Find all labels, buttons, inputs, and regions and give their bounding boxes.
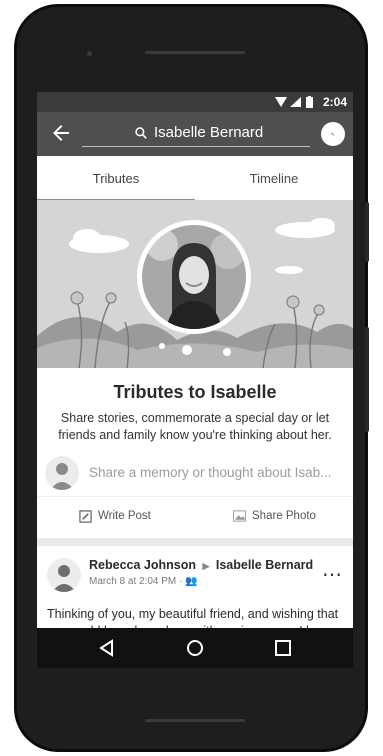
cover-illustration — [37, 200, 353, 368]
tab-timeline[interactable]: Timeline — [195, 156, 353, 200]
post-actions: Write Post Share Photo — [37, 496, 353, 535]
share-photo-label: Share Photo — [252, 510, 316, 522]
battery-icon — [306, 96, 313, 108]
post-header: Rebecca Johnson ▶ Isabelle Bernard — [89, 558, 313, 572]
messenger-icon[interactable] — [321, 122, 345, 146]
volume-button — [365, 202, 369, 262]
share-photo-button[interactable]: Share Photo — [233, 497, 316, 535]
wifi-icon — [275, 97, 287, 107]
share-memory-input[interactable]: Share a memory or thought about Isab... — [89, 465, 345, 480]
pencil-icon — [79, 509, 92, 523]
power-button — [365, 327, 369, 432]
bottom-speaker — [145, 719, 245, 722]
write-post-label: Write Post — [98, 510, 151, 522]
tab-bar: Tributes Timeline — [37, 156, 353, 201]
app-bar: Isabelle Bernard — [37, 112, 353, 156]
write-post-button[interactable]: Write Post — [79, 497, 151, 535]
tribute-description: Share stories, commemorate a special day… — [58, 411, 332, 442]
tribute-section: Tributes to Isabelle Share stories, comm… — [37, 368, 353, 538]
share-composer[interactable]: Share a memory or thought about Isab... — [45, 456, 345, 490]
photo-icon — [233, 510, 246, 522]
author-avatar[interactable] — [47, 558, 81, 592]
section-divider — [37, 538, 353, 546]
back-arrow-icon[interactable] — [49, 121, 73, 145]
nav-back-icon[interactable] — [97, 638, 117, 658]
front-camera — [87, 51, 92, 56]
search-text: Isabelle Bernard — [154, 124, 264, 141]
nav-home-icon[interactable] — [185, 638, 205, 658]
phone-screen: 2:04 Isabelle Bernard Tributes Timeline — [37, 92, 353, 668]
search-bar[interactable]: Isabelle Bernard — [82, 122, 310, 147]
more-options-icon[interactable]: ⋯ — [322, 562, 343, 587]
status-time: 2:04 — [322, 95, 347, 109]
tab-tributes[interactable]: Tributes — [37, 156, 195, 201]
top-speaker — [145, 51, 245, 54]
post-meta: March 8 at 2:04 PM · 👥 — [89, 576, 198, 587]
friends-icon: 👥 — [185, 576, 198, 587]
tribute-title: Tributes to Isabelle — [113, 382, 277, 402]
post-timestamp: March 8 at 2:04 PM · — [89, 576, 183, 587]
search-icon — [135, 126, 147, 139]
nav-recents-icon[interactable] — [273, 638, 293, 658]
triangle-right-icon: ▶ — [202, 561, 210, 571]
target-name[interactable]: Isabelle Bernard — [216, 558, 313, 572]
android-nav-bar — [37, 628, 353, 668]
signal-icon — [290, 97, 301, 107]
status-bar: 2:04 — [37, 92, 353, 112]
user-avatar — [45, 456, 79, 490]
author-name[interactable]: Rebecca Johnson — [89, 558, 196, 572]
profile-photo[interactable] — [137, 220, 251, 334]
